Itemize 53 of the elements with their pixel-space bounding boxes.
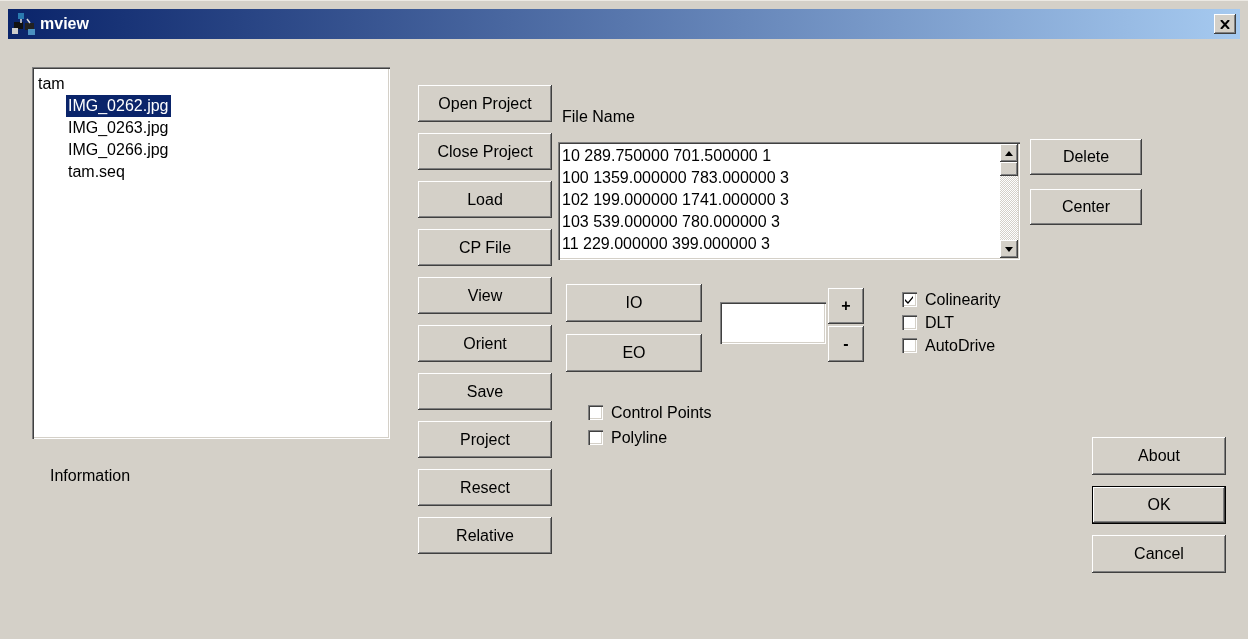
action-button[interactable]: Save: [418, 373, 552, 410]
checkbox[interactable]: [902, 315, 917, 330]
list-item[interactable]: 10 289.750000 701.500000 1: [562, 145, 998, 167]
action-button[interactable]: CP File: [418, 229, 552, 266]
dialog-button[interactable]: Cancel: [1092, 535, 1226, 573]
spin-button[interactable]: +: [828, 288, 864, 324]
input-field[interactable]: [720, 302, 826, 344]
checkbox[interactable]: [902, 292, 917, 307]
dialog-button[interactable]: OK: [1092, 486, 1226, 524]
orientation-button[interactable]: EO: [566, 334, 702, 372]
window-title: mview: [40, 15, 89, 33]
action-button[interactable]: Project: [418, 421, 552, 458]
up-arrow-icon: [1005, 150, 1013, 156]
checkbox[interactable]: [588, 430, 603, 445]
checkbox-label: Polyline: [611, 428, 668, 447]
tree-item[interactable]: tam: [36, 73, 67, 95]
checkbox-label: Colinearity: [925, 290, 1001, 309]
scrollbar[interactable]: [1000, 144, 1018, 258]
action-button[interactable]: View: [418, 277, 552, 314]
checkmark-icon: [905, 295, 914, 304]
checkbox-label: Control Points: [611, 403, 712, 422]
information-label: Information: [50, 467, 132, 485]
list-item[interactable]: 100 1359.000000 783.000000 3: [562, 167, 998, 189]
action-button[interactable]: Load: [418, 181, 552, 218]
checkbox-label: AutoDrive: [925, 336, 996, 355]
list-item[interactable]: 103 539.000000 780.000000 3: [562, 211, 998, 233]
list-action-button[interactable]: Center: [1030, 189, 1142, 225]
tree-item[interactable]: tam.seq: [66, 161, 127, 183]
file-list[interactable]: 10 289.750000 701.500000 1 100 1359.000000 783.000000 3 102 199.000000 1741.000000 3 103 539.000000 780.000000 3 11 229.000000 399.000000 3: [558, 142, 1020, 260]
tree-item[interactable]: IMG_0263.jpg: [66, 117, 171, 139]
action-button[interactable]: Open Project: [418, 85, 552, 122]
app-icon: [12, 13, 36, 35]
action-button[interactable]: Resect: [418, 469, 552, 506]
dialog-button[interactable]: About: [1092, 437, 1226, 475]
file-name-label: File Name: [562, 107, 636, 127]
tree-item[interactable]: IMG_0262.jpg: [66, 95, 171, 117]
scroll-thumb[interactable]: [1000, 162, 1018, 176]
spin-button[interactable]: -: [828, 326, 864, 362]
checkbox[interactable]: [902, 338, 917, 353]
tree-item[interactable]: IMG_0266.jpg: [66, 139, 171, 161]
close-icon: [1220, 19, 1230, 29]
checkbox-label: DLT: [925, 313, 955, 332]
file-tree[interactable]: tam IMG_0262.jpg IMG_0263.jpg IMG_0266.jpg tam.seq: [32, 67, 390, 439]
close-button[interactable]: [1214, 14, 1236, 34]
action-button[interactable]: Relative: [418, 517, 552, 554]
action-button[interactable]: Orient: [418, 325, 552, 362]
action-button[interactable]: Close Project: [418, 133, 552, 170]
orientation-button[interactable]: IO: [566, 284, 702, 322]
list-item[interactable]: 11 229.000000 399.000000 3: [562, 233, 998, 255]
checkbox[interactable]: [588, 405, 603, 420]
list-item[interactable]: 102 199.000000 1741.000000 3: [562, 189, 998, 211]
list-action-button[interactable]: Delete: [1030, 139, 1142, 175]
down-arrow-icon: [1005, 246, 1013, 252]
